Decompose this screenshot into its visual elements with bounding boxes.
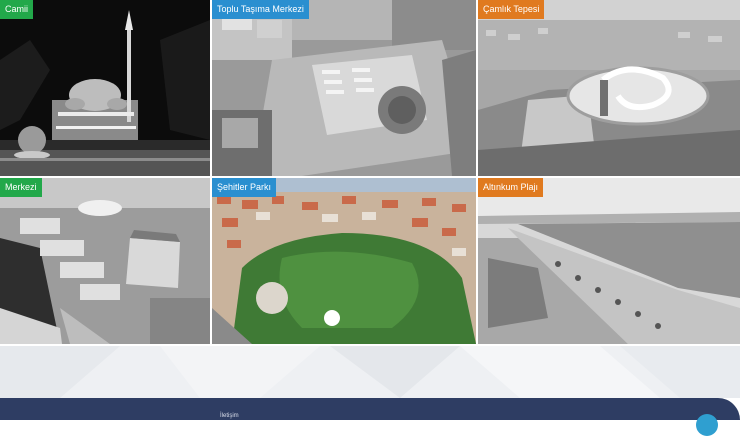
gallery-tile-toplu-tasima-merkezi[interactable]: Toplu Taşıma Merkezi: [212, 0, 476, 176]
gallery-tile-merkezi[interactable]: Merkezi: [0, 178, 210, 344]
hill-complex-photo: [478, 0, 740, 176]
industrial-center-photo: [0, 178, 210, 344]
mosque-photo: [0, 0, 210, 176]
footer-bar: [0, 398, 740, 420]
gallery-tile-camii[interactable]: Camii: [0, 0, 210, 176]
tile-label-camii: Camii: [0, 0, 34, 19]
geometric-pattern: [0, 346, 740, 398]
city-park-photo: [212, 178, 476, 344]
decorative-band: [0, 346, 740, 398]
tile-label-toplu-tasima-merkezi: Toplu Taşıma Merkezi: [212, 0, 309, 19]
tile-label-sehitler-parki: Şehitler Parkı: [212, 178, 277, 197]
gallery-tile-sehitler-parki[interactable]: Şehitler Parkı: [212, 178, 476, 344]
gallery-tile-camlik-tepesi[interactable]: Çamlık Tepesi: [478, 0, 740, 176]
tile-label-camlik-tepesi: Çamlık Tepesi: [478, 0, 545, 19]
beach-photo: [478, 178, 740, 344]
bus-terminal-photo: [212, 0, 476, 176]
tile-label-merkezi: Merkezi: [0, 178, 42, 197]
gallery-tile-altinkum-plaji[interactable]: Altınkum Plajı: [478, 178, 740, 344]
tile-label-altinkum-plaji: Altınkum Plajı: [478, 178, 544, 197]
footer-link-iletisim[interactable]: İletişim: [220, 413, 239, 420]
photo-gallery: Camii Toplu Taşıma Merkezi Çamlık Tepesi…: [0, 0, 740, 346]
scroll-top-button[interactable]: [696, 414, 718, 436]
